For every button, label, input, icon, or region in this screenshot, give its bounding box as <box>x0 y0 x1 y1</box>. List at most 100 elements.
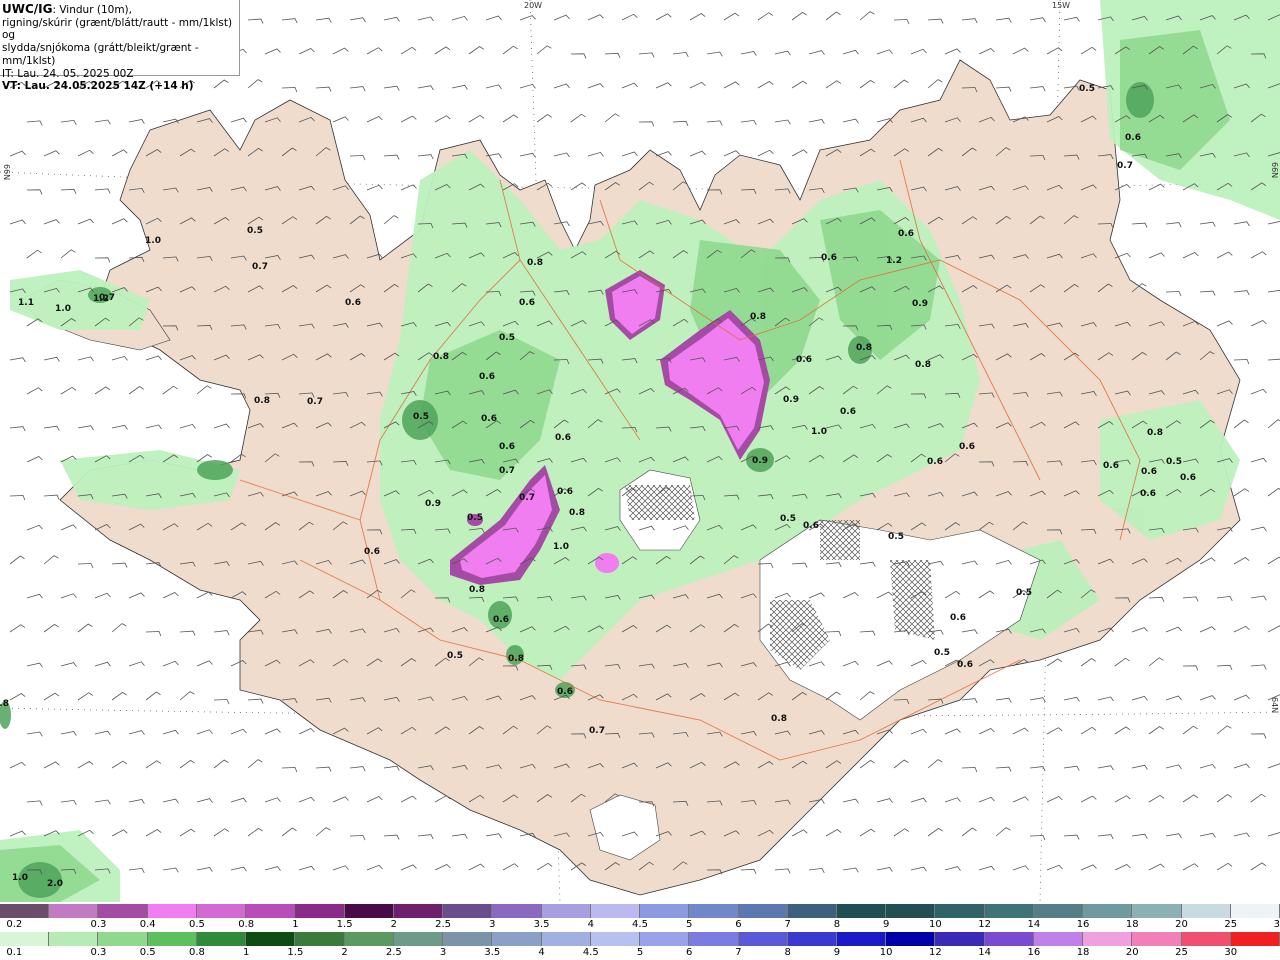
scale-swatch <box>1230 904 1280 918</box>
precip-value-label: 0.7 <box>499 466 515 476</box>
scale-tick-label: 20 <box>1175 919 1188 930</box>
precip-value-label: 0.8 <box>0 699 9 709</box>
scale-swatch <box>689 932 739 946</box>
precip-value-label: 0.5 <box>467 513 483 523</box>
scale-tick-label: 10 <box>929 919 942 930</box>
scale-swatch <box>0 904 50 918</box>
precip-value-label: 1.0 <box>811 427 827 437</box>
precip-value-label: 1.0 <box>55 304 71 314</box>
scale-swatch <box>738 904 788 918</box>
precip-value-label: 0.5 <box>780 514 796 524</box>
rain-scale-ticks: 0.1 0.3 0.5 0.8 1 1.5 2 2.5 3 3.5 4 4.5 5 6 7 8 9 10 12 14 1… <box>0 947 1280 959</box>
precip-value-label: 0.6 <box>927 457 943 467</box>
precip-value-label: 0.6 <box>898 229 914 239</box>
precip-value-label: 0.8 <box>569 508 585 518</box>
scale-swatch <box>1033 904 1084 918</box>
precip-value-label: 1.0 <box>12 873 28 883</box>
scale-swatch <box>1083 932 1133 946</box>
precip-value-label: 1.0 <box>553 542 569 552</box>
scale-tick-label: 4 <box>538 947 545 958</box>
scale-tick-label: 2 <box>390 919 398 930</box>
scale-tick-label: 9 <box>882 919 890 930</box>
scale-swatch <box>640 904 690 918</box>
scale-swatch <box>1083 904 1133 918</box>
scale-tick-label: 0.3 <box>90 947 107 958</box>
precip-value-label: 0.6 <box>1103 461 1119 471</box>
scale-swatch <box>295 904 345 918</box>
scale-tick-label: 0.3 <box>90 919 107 930</box>
scale-tick-label: 3.5 <box>484 947 501 958</box>
title-desc2: rigning/skúrir (grænt/blátt/rautt - mm/1… <box>2 16 233 42</box>
scale-tick-label: 25 <box>1224 919 1238 930</box>
scale-tick-label: 1.5 <box>336 919 353 930</box>
weather-map: 0.5 0.6 0.7 1.0 0.5 0.7 0.6 0.7 1.1 1.0 0.8 0.7 0.5 0… <box>0 0 1280 902</box>
precip-value-label: 0.7 <box>252 262 268 272</box>
scale-tick-label: 0.8 <box>238 919 255 930</box>
precip-value-label: 1.2 <box>93 294 109 304</box>
precip-value-label: 1.2 <box>886 256 902 266</box>
precip-value-label: 0.5 <box>447 651 463 661</box>
scale-tick-label: 3.5 <box>533 919 550 930</box>
valid-time: VT: Lau. 24.05.2025 14Z (+14 h) <box>2 80 194 93</box>
scale-swatch <box>984 932 1034 946</box>
scale-tick-label: 16 <box>1027 947 1041 958</box>
precip-value-label: 0.6 <box>959 442 975 452</box>
scale-swatch <box>147 904 197 918</box>
precip-value-label: 0.6 <box>803 521 819 531</box>
scale-swatch <box>787 904 837 918</box>
map-viewer: 0.5 0.6 0.7 1.0 0.5 0.7 0.6 0.7 1.1 1.0 0.8 0.7 0.5 0… <box>0 0 1280 960</box>
lat-66n-right-label: 66N <box>1270 162 1279 179</box>
scale-swatch <box>492 932 542 946</box>
scale-swatch <box>787 932 837 946</box>
precip-value-label: 1.1 <box>18 298 34 308</box>
scale-tick-label: 7 <box>784 919 791 930</box>
scale-tick-label: 2.5 <box>435 919 452 930</box>
precip-value-label: 0.8 <box>508 654 524 664</box>
scale-swatch <box>541 932 591 946</box>
title-desc3: slydda/snjókoma (grátt/bleikt/grænt - mm… <box>2 42 199 67</box>
precip-value-label: 0.6 <box>479 372 495 382</box>
scale-tick-label: 25 <box>1175 947 1188 958</box>
scale-tick-label: 4.5 <box>582 947 599 958</box>
scale-swatch <box>935 904 985 918</box>
precip-value-label: 0.6 <box>499 442 515 452</box>
precip-value-label: 0.6 <box>1125 133 1141 143</box>
precip-value-label: 0.8 <box>750 312 766 322</box>
lon-15w-label: 15W <box>1052 1 1071 10</box>
scale-tick-label: 30 <box>1224 947 1238 958</box>
precip-value-label: 0.6 <box>557 487 573 497</box>
lon-20w-label: 20W <box>524 1 543 10</box>
lat-64n-right-label: 64N <box>1270 697 1279 714</box>
scale-swatch <box>344 904 394 918</box>
precip-value-label: 0.6 <box>364 547 380 557</box>
precip-value-label: 0.7 <box>589 726 605 736</box>
precip-value-label: 0.5 <box>413 412 429 422</box>
precip-value-label: 0.5 <box>934 648 950 658</box>
precip-value-label: 0.9 <box>912 299 928 309</box>
scale-swatch <box>590 932 641 946</box>
precip-value-label: 0.5 <box>1079 84 1095 94</box>
scale-swatch <box>886 932 936 946</box>
precip-value-label: 0.6 <box>1140 489 1156 499</box>
scale-tick-label: 5 <box>686 919 693 930</box>
precip-value-label: 0.6 <box>821 253 837 263</box>
scale-tick-label: 6 <box>735 919 742 930</box>
precip-value-label: 0.6 <box>481 414 497 424</box>
init-time: IT: Lau. 24. 05. 2025 00Z <box>2 67 134 80</box>
scale-tick-label: 8 <box>784 947 791 958</box>
precip-value-label: 0.6 <box>557 687 573 697</box>
scale-tick-label: 0.1 <box>6 947 23 958</box>
precip-value-label: 0.5 <box>247 226 263 236</box>
scale-tick-label: 3 <box>439 947 447 958</box>
title-desc1: : Vindur (10m), <box>52 4 132 16</box>
precip-value-label: 0.8 <box>915 360 931 370</box>
scale-tick-label: 14 <box>978 947 991 958</box>
scale-tick-label: 30 <box>1273 919 1280 930</box>
scale-swatch <box>393 932 444 946</box>
scale-tick-label: 9 <box>833 947 841 958</box>
scale-swatch <box>443 932 493 946</box>
precip-value-label: 0.6 <box>950 613 966 623</box>
scale-swatch <box>1230 932 1280 946</box>
precip-value-label: 0.8 <box>856 343 872 353</box>
precip-value-label: 0.8 <box>254 396 270 406</box>
